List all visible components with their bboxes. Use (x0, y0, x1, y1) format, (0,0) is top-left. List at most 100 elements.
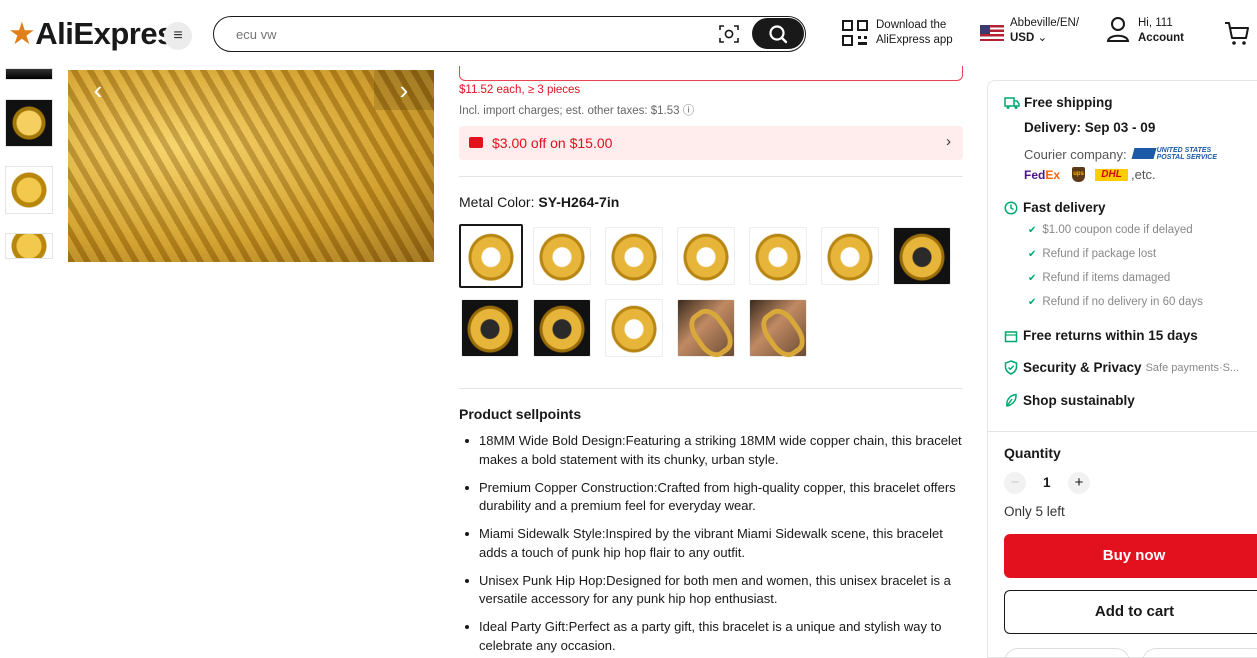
wishlist-button[interactable] (1142, 648, 1257, 658)
variant-swatch[interactable] (533, 227, 591, 285)
gallery-thumbnail[interactable] (5, 99, 53, 147)
check-icon: ✔ (1028, 297, 1037, 308)
courier-label: Courier company: (1024, 146, 1127, 162)
greeting-text: Hi, 111 (1138, 17, 1173, 29)
free-returns-label: Free returns within 15 days (1023, 328, 1198, 343)
currency-text: USD (1010, 32, 1035, 44)
free-shipping-row[interactable]: Free shipping (1004, 95, 1113, 110)
chevron-right-icon: › (946, 133, 951, 150)
main-product-image[interactable]: ‹ › (68, 70, 434, 262)
search-bar (213, 16, 806, 52)
search-icon (769, 24, 788, 43)
variant-title: Metal Color: SY-H264-7in (459, 194, 620, 210)
variant-swatch[interactable] (749, 227, 807, 285)
hamburger-menu-icon[interactable]: ≡ (164, 22, 192, 50)
account-menu[interactable]: Hi, 111 Account (1106, 16, 1184, 46)
gallery-thumbnail[interactable] (5, 166, 53, 214)
variant-swatch[interactable] (749, 299, 807, 357)
check-icon: ✔ (1028, 273, 1037, 284)
location-text: Abbeville/EN/ (1010, 17, 1080, 29)
tier-price-text: $11.52 each, ≥ 3 pieces (459, 84, 581, 96)
variant-swatch[interactable] (677, 299, 735, 357)
usps-logo: UNITED STATES POSTAL SERVICE (1131, 145, 1217, 163)
shield-icon (1004, 360, 1018, 375)
guarantee-item: ✔ Refund if package lost (1028, 248, 1157, 260)
fast-delivery-row[interactable]: Fast delivery (1004, 200, 1106, 215)
list-item: Ideal Party Gift:Perfect as a party gift… (465, 618, 963, 655)
clock-icon (1004, 200, 1018, 215)
variant-swatch[interactable] (605, 227, 663, 285)
search-input[interactable] (236, 25, 696, 43)
security-label: Security & Privacy (1023, 360, 1142, 375)
ups-logo: ups (1072, 167, 1086, 182)
prev-image-icon[interactable]: ‹ (68, 70, 128, 110)
list-item: Unisex Punk Hip Hop:Designed for both me… (465, 572, 963, 609)
selected-variant: SY-H264-7in (538, 194, 620, 210)
guarantee-item: ✔ Refund if no delivery in 60 days (1028, 296, 1203, 308)
coupon-icon (469, 137, 483, 148)
us-flag-icon (980, 25, 1004, 41)
divider (459, 388, 963, 389)
tax-text: Incl. import charges; est. other taxes: … (459, 105, 695, 117)
gallery-thumbnail[interactable] (5, 233, 53, 259)
sellpoints-title: Product sellpoints (459, 406, 582, 422)
buy-now-button[interactable]: Buy now (1004, 534, 1257, 578)
free-shipping-label: Free shipping (1024, 95, 1113, 110)
next-image-icon[interactable]: › (374, 70, 434, 110)
security-sub: Safe payments·S... (1145, 361, 1240, 374)
download-line2: AliExpress app (876, 34, 953, 46)
price-box (459, 66, 963, 81)
download-line1: Download the (876, 19, 947, 31)
download-app-link[interactable]: Download the AliExpress app (842, 18, 953, 48)
carrier-logos: FedEx ups DHL ,etc. (1024, 167, 1156, 182)
share-button[interactable] (1004, 648, 1130, 658)
variant-swatch[interactable] (893, 227, 951, 285)
search-button[interactable] (752, 18, 804, 49)
dhl-logo: DHL (1095, 168, 1129, 181)
quantity-value[interactable]: 1 (1043, 475, 1051, 490)
locale-selector[interactable]: Abbeville/EN/ USD ⌄ (980, 16, 1079, 46)
quantity-label: Quantity (1004, 445, 1061, 461)
increment-button[interactable]: + (1068, 472, 1090, 494)
courier-row: Courier company: UNITED STATES POSTAL SER… (1024, 145, 1217, 163)
qr-code-icon (842, 20, 868, 46)
sustainability-row[interactable]: Shop sustainably (1004, 393, 1135, 408)
gallery-thumbnail[interactable] (5, 68, 53, 80)
list-item: Premium Copper Construction:Crafted from… (465, 479, 963, 516)
variant-swatch[interactable] (821, 227, 879, 285)
top-header: ★AliExpress ≡ Download the AliExpress ap… (0, 0, 1257, 70)
add-to-cart-button[interactable]: Add to cart (1004, 590, 1257, 634)
variant-swatch[interactable] (533, 299, 591, 357)
truck-icon (1004, 96, 1020, 109)
delivery-date: Delivery: Sep 03 - 09 (1024, 120, 1156, 135)
check-icon: ✔ (1028, 225, 1037, 236)
variant-swatch[interactable] (677, 227, 735, 285)
divider (459, 176, 963, 177)
image-thumbnail-strip (5, 68, 53, 278)
list-item: Miami Sidewalk Style:Inspired by the vib… (465, 525, 963, 562)
account-label: Account (1138, 32, 1184, 44)
check-icon: ✔ (1028, 249, 1037, 260)
variant-swatch[interactable] (459, 224, 523, 288)
guarantee-item: ✔ Refund if items damaged (1028, 272, 1171, 284)
sustainability-label: Shop sustainably (1023, 393, 1135, 408)
coupon-text: $3.00 off on $15.00 (492, 135, 613, 151)
fedex-logo: FedEx (1024, 167, 1061, 182)
variant-swatch[interactable] (461, 299, 519, 357)
leaf-icon (1006, 393, 1017, 407)
return-box-icon (1004, 330, 1018, 342)
free-returns-row[interactable]: Free returns within 15 days (1004, 328, 1198, 343)
variant-swatch[interactable] (605, 299, 663, 357)
stock-text: Only 5 left (1004, 504, 1065, 519)
image-search-icon[interactable] (719, 25, 739, 43)
cart-icon[interactable] (1224, 20, 1250, 46)
decrement-button[interactable]: − (1004, 472, 1026, 494)
guarantee-item: ✔ $1.00 coupon code if delayed (1028, 224, 1193, 236)
purchase-panel: Free shipping › Delivery: Sep 03 - 09 Co… (987, 80, 1257, 658)
user-icon (1106, 17, 1130, 42)
coupon-banner[interactable]: $3.00 off on $15.00 › (459, 126, 963, 160)
fast-delivery-label: Fast delivery (1023, 200, 1106, 215)
etc-text: ,etc. (1131, 167, 1156, 182)
divider (988, 431, 1257, 432)
security-row[interactable]: Security & Privacy Safe payments·S... (1004, 360, 1239, 375)
